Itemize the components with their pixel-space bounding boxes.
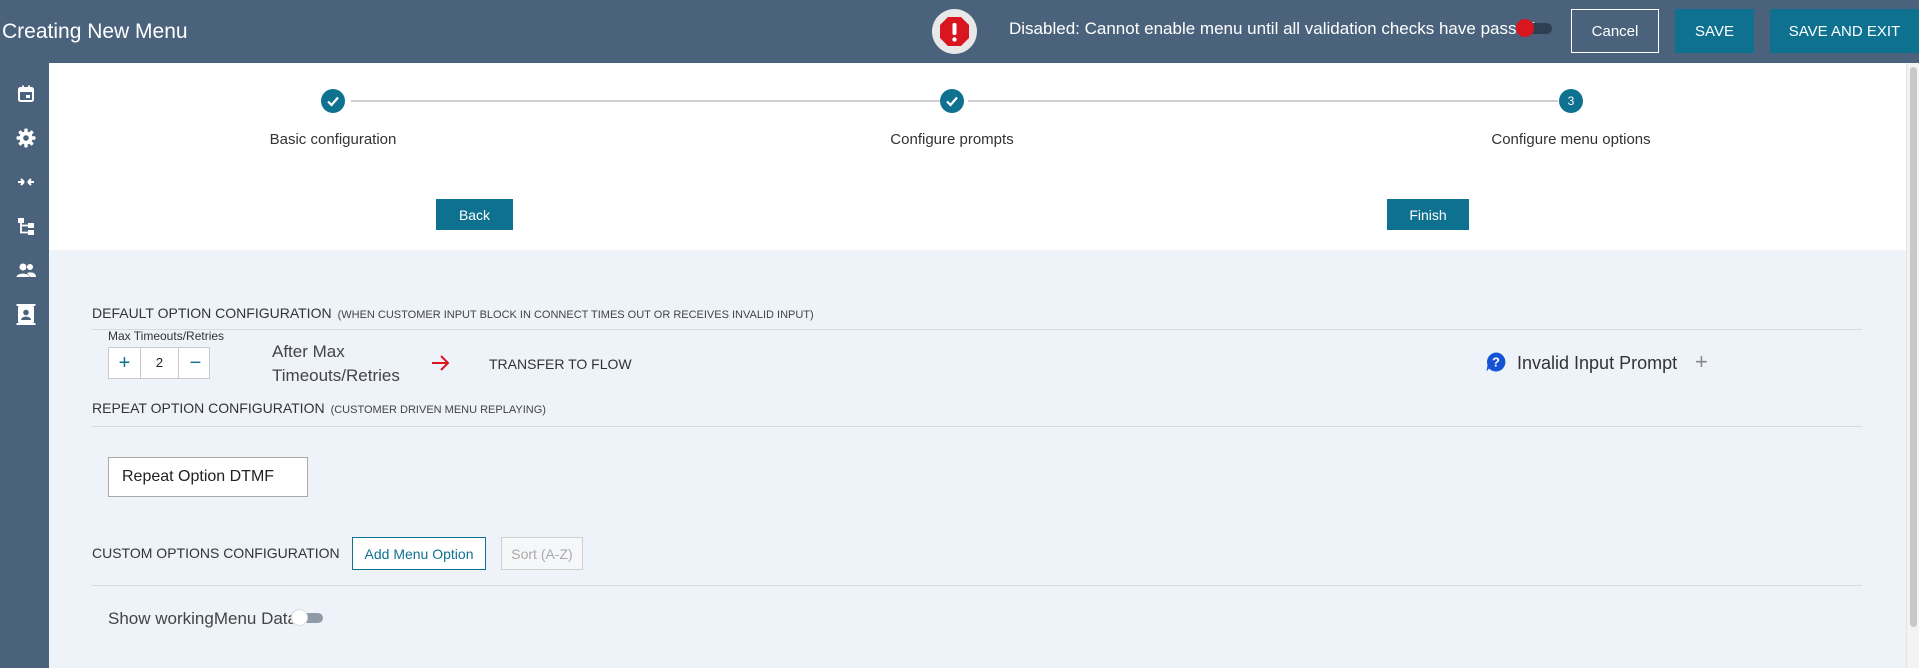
save-button[interactable]: SAVE <box>1675 9 1754 53</box>
show-working-menu-toggle[interactable] <box>291 609 323 626</box>
add-invalid-prompt-icon[interactable]: + <box>1695 349 1708 375</box>
toggle-knob <box>1516 19 1534 37</box>
help-icon[interactable]: ? <box>1486 352 1506 372</box>
people-icon[interactable] <box>15 259 37 281</box>
section-subtitle: (CUSTOMER DRIVEN MENU REPLAYING) <box>330 404 546 416</box>
validation-status-text: Disabled: Cannot enable menu until all v… <box>1009 19 1536 38</box>
hierarchy-icon[interactable] <box>15 215 37 237</box>
cancel-button[interactable]: Cancel <box>1571 9 1659 53</box>
decrement-button[interactable]: − <box>180 348 211 378</box>
section-heading: REPEAT OPTION CONFIGURATION <box>92 400 325 416</box>
step-connector <box>968 100 1558 102</box>
svg-text:?: ? <box>1492 355 1500 370</box>
merge-arrows-icon[interactable] <box>15 171 37 193</box>
scrollbar-thumb[interactable] <box>1910 67 1917 627</box>
enable-menu-toggle[interactable] <box>1516 19 1554 37</box>
invalid-input-prompt-label: Invalid Input Prompt <box>1517 353 1678 373</box>
step-label: Configure menu options <box>1491 131 1651 148</box>
section-heading: DEFAULT OPTION CONFIGURATION <box>92 305 332 321</box>
step-connector <box>351 100 944 102</box>
max-timeouts-stepper: + 2 − <box>108 347 210 379</box>
add-menu-option-button[interactable]: Add Menu Option <box>352 537 486 570</box>
section-subtitle: (WHEN CUSTOMER INPUT BLOCK IN CONNECT TI… <box>337 309 814 321</box>
step-complete-icon <box>321 89 345 113</box>
max-timeouts-value[interactable]: 2 <box>140 348 179 378</box>
divider <box>92 585 1862 586</box>
transfer-to-flow-action[interactable]: TRANSFER TO FLOW <box>489 356 632 372</box>
sidebar <box>0 63 49 668</box>
after-max-label: After Max Timeouts/Retries <box>272 342 400 385</box>
validation-alert[interactable] <box>932 9 977 54</box>
scrollbar[interactable] <box>1906 63 1919 668</box>
default-option-section-title: DEFAULT OPTION CONFIGURATION (WHEN CUSTOM… <box>92 305 814 321</box>
show-working-menu-label: Show workingMenu Data <box>108 609 297 628</box>
max-timeouts-label: Max Timeouts/Retries <box>108 329 225 343</box>
step-label: Basic configuration <box>269 131 397 148</box>
custom-options-section-title: CUSTOM OPTIONS CONFIGURATION <box>92 545 340 561</box>
sort-az-button[interactable]: Sort (A-Z) <box>501 537 583 570</box>
repeat-option-section-title: REPEAT OPTION CONFIGURATION (CUSTOMER DRI… <box>92 400 546 416</box>
step-label: Configure prompts <box>890 131 1014 148</box>
save-and-exit-button[interactable]: SAVE AND EXIT <box>1770 9 1919 53</box>
increment-button[interactable]: + <box>109 348 140 378</box>
toggle-knob <box>291 609 308 626</box>
step-number: 3 <box>1559 89 1583 113</box>
divider <box>92 329 1862 330</box>
finish-button[interactable]: Finish <box>1387 199 1469 230</box>
arrow-right-icon <box>432 355 450 371</box>
gear-icon[interactable] <box>15 127 37 149</box>
repeat-option-dtmf-button[interactable]: Repeat Option DTMF <box>108 457 308 497</box>
app-header: Creating New Menu Disabled: Cannot enabl… <box>0 0 1919 63</box>
contact-card-icon[interactable] <box>15 303 37 325</box>
divider <box>92 426 1862 427</box>
alert-octagon-icon <box>940 17 969 46</box>
step-complete-icon <box>940 89 964 113</box>
back-button[interactable]: Back <box>436 199 513 230</box>
calendar-icon[interactable] <box>15 83 37 105</box>
page-title: Creating New Menu <box>2 20 188 43</box>
